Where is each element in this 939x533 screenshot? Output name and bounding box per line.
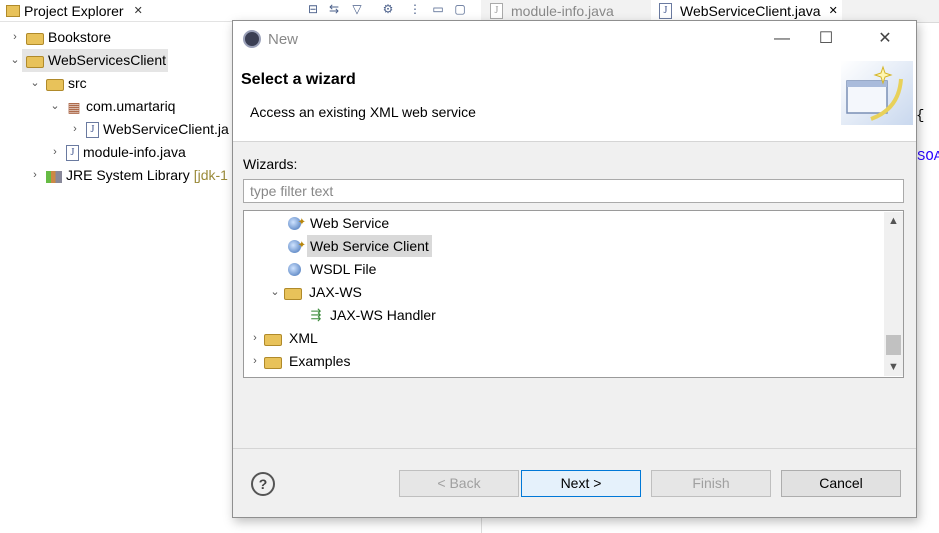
tree-item-jre-library[interactable]: › JRE System Library [jdk-1 (28, 164, 228, 187)
java-file-icon: J (66, 144, 79, 161)
project-folder-icon (26, 56, 44, 68)
tree-item-label: module-info.java (83, 144, 186, 160)
wizards-label: Wizards: (243, 156, 298, 172)
tree-item-label: com.umartariq (86, 98, 176, 114)
link-editor-icon[interactable]: ⇆ (327, 2, 341, 16)
web-service-icon: ✦ (288, 215, 306, 231)
folder-icon (6, 4, 20, 17)
wizard-header: Select a wizard Access an existing XML w… (233, 59, 916, 142)
page-description: Access an existing XML web service (250, 104, 476, 120)
wizard-item-jax-ws[interactable]: ⌄ JAX-WS (268, 281, 365, 303)
chevron-down-icon[interactable]: ⌄ (268, 281, 282, 303)
wizard-item-web-service-client[interactable]: ✦ Web Service Client (288, 235, 432, 257)
wizard-item-jax-ws-handler[interactable]: ⇶ JAX-WS Handler (308, 304, 439, 326)
wizard-item-label: JAX-WS (309, 284, 362, 300)
wizard-item-label: Web Service Client (307, 235, 432, 257)
tree-item-label: JRE System Library (66, 167, 190, 183)
handler-icon: ⇶ (310, 307, 322, 322)
wizard-item-label: JAX-WS Handler (330, 307, 436, 323)
back-button[interactable]: < Back (399, 470, 519, 497)
java-file-icon: J (659, 3, 672, 19)
wizard-item-label: XML (289, 330, 318, 346)
scrollbar-thumb[interactable] (886, 335, 901, 355)
maximize-icon[interactable]: ▢ (453, 2, 467, 16)
tree-item-suffix: [jdk-1 (193, 167, 228, 183)
new-wizard-dialog: New — ☐ ✕ Select a wizard Access an exis… (232, 20, 917, 518)
close-icon[interactable]: ✕ (870, 27, 900, 51)
chevron-right-icon[interactable]: › (48, 141, 62, 164)
next-button[interactable]: Next > (521, 470, 641, 497)
web-service-client-icon: ✦ (288, 238, 306, 254)
tab-label: WebServiceClient.java (680, 3, 821, 19)
chevron-down-icon[interactable]: ⌄ (48, 95, 62, 118)
code-text: SOA (917, 149, 939, 165)
page-title: Select a wizard (241, 71, 356, 88)
tree-item-package[interactable]: ⌄ ▦ com.umartariq (48, 95, 175, 118)
wizard-item-label: Web Service (310, 215, 390, 231)
wizard-banner-icon (841, 61, 913, 125)
wizard-item-web-service[interactable]: ✦ Web Service (288, 212, 392, 234)
tree-item-webserviceclient[interactable]: › J WebServiceClient.ja (68, 118, 229, 141)
view-menu-icon[interactable]: ⚙ (381, 2, 395, 16)
chevron-right-icon[interactable]: › (248, 327, 262, 349)
tree-item-webservicesclient[interactable]: ⌄ WebServicesClient (8, 49, 169, 72)
close-icon[interactable]: ✕ (829, 0, 838, 22)
java-file-icon: J (86, 121, 99, 138)
dialog-title: New (268, 31, 299, 48)
chevron-down-icon[interactable]: ⌄ (28, 72, 42, 95)
tree-item-module-info[interactable]: › J module-info.java (48, 141, 186, 164)
wizard-item-wsdl-file[interactable]: WSDL File (288, 258, 379, 280)
source-folder-icon (46, 79, 64, 91)
folder-icon (264, 333, 282, 346)
filter-input[interactable] (243, 179, 904, 203)
wizard-item-label: WSDL File (310, 261, 377, 277)
wizard-item-xml[interactable]: › XML (248, 327, 321, 349)
tree-item-bookstore[interactable]: › Bookstore (8, 26, 111, 49)
code-text: { (916, 108, 925, 124)
collapse-all-icon[interactable]: ⊟ (306, 2, 320, 16)
folder-icon (26, 33, 44, 45)
chevron-right-icon[interactable]: › (28, 164, 42, 187)
folder-icon (264, 356, 282, 369)
tab-webserviceclient[interactable]: J WebServiceClient.java ✕ (651, 0, 842, 22)
wizard-item-label: Examples (289, 353, 351, 369)
filter-icon[interactable]: ▽ (350, 2, 364, 16)
wizard-item-examples[interactable]: › Examples (248, 350, 353, 372)
close-icon[interactable]: ✕ (134, 4, 143, 17)
tab-label: module-info.java (511, 3, 614, 19)
eclipse-icon (243, 30, 261, 48)
view-menu-dropdown-icon[interactable]: ⋮ (408, 2, 422, 16)
scroll-down-icon[interactable]: ▼ (884, 358, 903, 376)
tab-module-info[interactable]: J module-info.java (486, 0, 614, 22)
tree-item-label: Bookstore (48, 29, 112, 45)
scroll-up-icon[interactable]: ▲ (884, 212, 903, 230)
tree-item-label: WebServiceClient.ja (103, 121, 229, 137)
divider (233, 448, 916, 449)
folder-icon (284, 287, 302, 300)
chevron-right-icon[interactable]: › (68, 118, 82, 141)
tree-item-label: WebServicesClient (48, 52, 167, 68)
finish-button[interactable]: Finish (651, 470, 771, 497)
tree-item-src[interactable]: ⌄ src (28, 72, 87, 95)
library-icon (46, 170, 62, 183)
minimize-icon[interactable]: ▭ (431, 2, 445, 16)
wizard-tree[interactable]: ✦ Web Service ✦ Web Service Client WSDL … (243, 210, 904, 378)
chevron-right-icon[interactable]: › (8, 26, 22, 49)
package-icon: ▦ (67, 98, 81, 115)
wsdl-icon (288, 261, 304, 277)
tab-label: Project Explorer (24, 2, 124, 19)
minimize-icon[interactable]: — (767, 27, 797, 51)
maximize-icon[interactable]: ☐ (811, 27, 841, 51)
cancel-button[interactable]: Cancel (781, 470, 901, 497)
chevron-down-icon[interactable]: ⌄ (8, 49, 22, 72)
tab-project-explorer[interactable]: Project Explorer ✕ (0, 0, 149, 21)
chevron-right-icon[interactable]: › (248, 350, 262, 372)
java-file-icon: J (490, 3, 503, 19)
tree-item-label: src (68, 75, 87, 91)
help-button[interactable]: ? (251, 472, 275, 496)
